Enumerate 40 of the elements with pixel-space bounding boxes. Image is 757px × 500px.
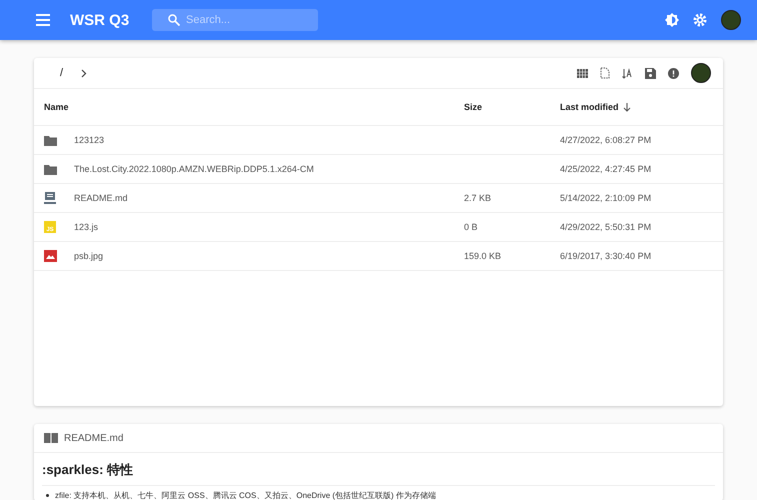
modified-date: 6/19/2017, 3:30:40 PM — [560, 251, 652, 261]
menu-icon[interactable] — [36, 14, 50, 26]
sort-down-icon — [622, 102, 631, 112]
settings-icon[interactable] — [693, 13, 707, 27]
folder-icon — [44, 164, 57, 174]
readme-title: README.md — [64, 432, 124, 444]
grid-view-icon[interactable] — [577, 68, 588, 78]
readme-list-item: zfile: 支持本机、从机、七牛、阿里云 OSS、腾讯云 COS、又拍云、OneDrive (包括世纪互联版) 作为存储端 — [55, 490, 436, 500]
file-name[interactable]: The.Lost.City.2022.1080p.AMZN.WEBRip.DDP5.1.x264-CM — [74, 164, 464, 174]
save-icon[interactable] — [645, 68, 656, 78]
book-icon — [44, 192, 56, 204]
book-icon — [44, 433, 58, 443]
sort-letters-icon[interactable] — [622, 68, 633, 78]
modified-date: 5/14/2022, 2:10:09 PM — [560, 193, 652, 203]
file-size: 2.7 KB — [464, 193, 492, 203]
avatar-icon[interactable] — [691, 63, 711, 83]
bullet-icon — [46, 494, 49, 497]
brightness-icon[interactable] — [665, 13, 679, 27]
app-title: WSR Q3 — [70, 12, 130, 28]
chevron-right-icon — [81, 68, 88, 78]
breadcrumb-link[interactable]: / — [60, 67, 64, 79]
search-icon — [168, 14, 180, 26]
modified-date: 4/27/2022, 6:08:27 PM — [560, 135, 652, 145]
file-size: 159.0 KB — [464, 251, 502, 261]
modified-date: 4/25/2022, 4:27:45 PM — [560, 164, 652, 174]
image-icon — [44, 250, 57, 262]
folder-icon — [44, 134, 57, 146]
file-name[interactable]: psb.jpg — [74, 251, 464, 261]
column-header[interactable]: Name — [44, 102, 464, 112]
modified-date: 4/29/2022, 5:50:31 PM — [560, 222, 652, 232]
file-size: 0 B — [464, 222, 479, 232]
file-name[interactable]: 123123 — [74, 135, 464, 145]
column-header[interactable]: Size — [464, 102, 560, 112]
file-name[interactable]: README.md — [74, 193, 464, 203]
column-header[interactable]: Last modified — [560, 102, 723, 112]
info-icon[interactable] — [668, 68, 679, 78]
file-icon[interactable] — [600, 67, 610, 79]
readme-heading: :sparkles: 特性 — [42, 453, 715, 486]
avatar-button[interactable] — [721, 10, 741, 30]
file-name[interactable]: 123.js — [74, 222, 464, 232]
